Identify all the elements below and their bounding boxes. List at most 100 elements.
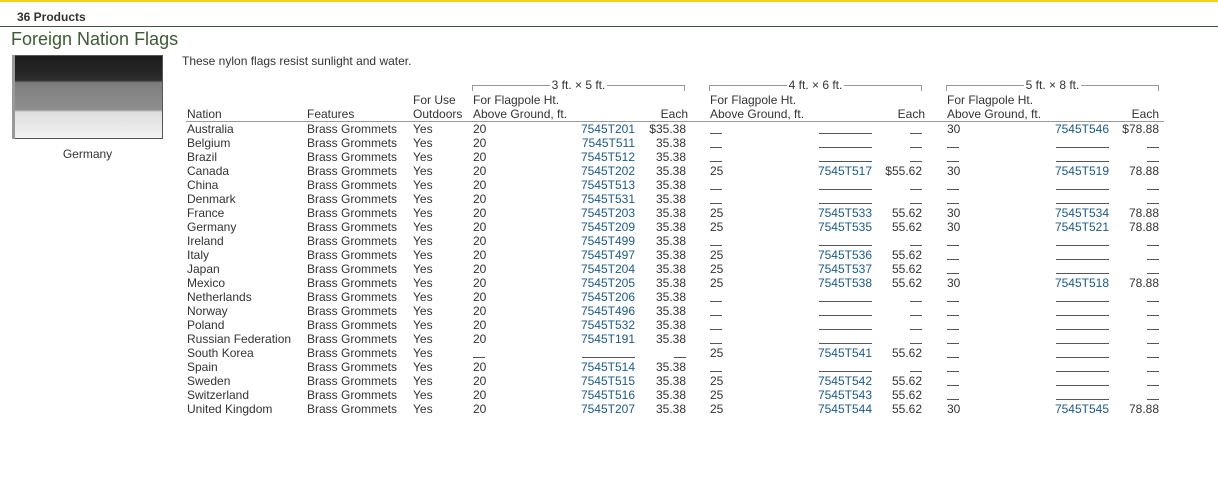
- flagpole-height-cell: 20: [473, 206, 487, 220]
- price-cell: 55.62: [891, 346, 922, 360]
- flagpole-height-cell: 30: [947, 220, 961, 234]
- empty-part-dash: [819, 189, 872, 190]
- outdoors-cell: Yes: [413, 192, 433, 206]
- empty-height-dash: [473, 357, 485, 358]
- nation-cell: Russian Federation: [187, 332, 292, 346]
- nation-cell: Norway: [187, 304, 228, 318]
- empty-part-dash: [1056, 329, 1109, 330]
- flagpole-height-cell: 20: [473, 388, 487, 402]
- flagpole-height-cell: 20: [473, 234, 487, 248]
- price-cell: 35.38: [655, 318, 686, 332]
- empty-height-dash: [710, 133, 722, 134]
- flagpole-height-cell: 20: [473, 192, 487, 206]
- empty-price-dash: [1147, 399, 1159, 400]
- empty-price-dash: [910, 301, 922, 302]
- nation-cell: Italy: [187, 248, 210, 262]
- flagpole-height-cell: 30: [947, 276, 961, 290]
- price-cell: 78.88: [1128, 220, 1159, 234]
- flagpole-height-cell: 30: [947, 206, 961, 220]
- nation-cell: Denmark: [187, 192, 236, 206]
- empty-height-dash: [947, 343, 959, 344]
- price-cell: 55.62: [891, 248, 922, 262]
- empty-price-dash: [1147, 203, 1159, 204]
- empty-part-dash: [819, 315, 872, 316]
- price-cell: 35.38: [655, 276, 686, 290]
- price-cell: 35.38: [655, 192, 686, 206]
- nation-cell: Canada: [187, 164, 230, 178]
- price-cell: 35.38: [655, 248, 686, 262]
- header-height-5x8-line1: For Flagpole Ht.: [947, 93, 1034, 107]
- empty-price-dash: [1147, 273, 1159, 274]
- flagpole-height-cell: 25: [710, 374, 724, 388]
- flagpole-height-cell: 20: [473, 276, 487, 290]
- empty-part-dash: [1056, 343, 1109, 344]
- price-cell: $55.62: [885, 164, 922, 178]
- empty-height-dash: [947, 385, 959, 386]
- flagpole-height-cell: 20: [473, 178, 487, 192]
- flagpole-height-cell: 30: [947, 122, 961, 136]
- flagpole-height-cell: 30: [947, 164, 961, 178]
- outdoors-cell: Yes: [413, 220, 433, 234]
- nation-cell: Poland: [187, 318, 225, 332]
- empty-height-dash: [710, 147, 722, 148]
- empty-part-dash: [1056, 203, 1109, 204]
- page-title: Foreign Nation Flags: [11, 29, 179, 49]
- outdoors-cell: Yes: [413, 276, 433, 290]
- features-cell: Brass Grommets: [307, 262, 398, 276]
- features-cell: Brass Grommets: [307, 122, 398, 136]
- nation-cell: United Kingdom: [187, 402, 273, 416]
- price-cell: 55.62: [891, 262, 922, 276]
- product-count-bar: 36 Products: [0, 2, 1218, 27]
- price-cell: 35.38: [655, 332, 686, 346]
- empty-part-dash: [819, 133, 872, 134]
- empty-height-dash: [947, 147, 959, 148]
- flagpole-height-cell: 25: [710, 248, 724, 262]
- features-cell: Brass Grommets: [307, 248, 398, 262]
- empty-part-dash: [1056, 371, 1109, 372]
- nation-cell: South Korea: [187, 346, 254, 360]
- nation-cell: Brazil: [187, 150, 218, 164]
- empty-price-dash: [1147, 329, 1159, 330]
- price-cell: 35.38: [655, 304, 686, 318]
- header-each-5x8: Each: [1131, 107, 1159, 121]
- price-cell: 55.62: [891, 276, 922, 290]
- outdoors-cell: Yes: [413, 262, 433, 276]
- empty-price-dash: [1147, 371, 1159, 372]
- empty-height-dash: [710, 343, 722, 344]
- header-outdoors-line2: Outdoors: [413, 107, 463, 121]
- outdoors-cell: Yes: [413, 248, 433, 262]
- empty-part-dash: [1056, 273, 1109, 274]
- empty-height-dash: [947, 245, 959, 246]
- price-cell: 35.38: [655, 402, 686, 416]
- flagpole-height-cell: 25: [710, 262, 724, 276]
- empty-price-dash: [910, 315, 922, 316]
- nation-cell: Netherlands: [187, 290, 252, 304]
- empty-height-dash: [710, 161, 722, 162]
- empty-price-dash: [910, 245, 922, 246]
- empty-price-dash: [910, 189, 922, 190]
- empty-price-dash: [910, 147, 922, 148]
- outdoors-cell: Yes: [413, 374, 433, 388]
- outdoors-cell: Yes: [413, 304, 433, 318]
- empty-price-dash: [1147, 259, 1159, 260]
- price-cell: 35.38: [655, 374, 686, 388]
- empty-price-dash: [1147, 357, 1159, 358]
- features-cell: Brass Grommets: [307, 346, 398, 360]
- empty-height-dash: [947, 399, 959, 400]
- flagpole-height-cell: 25: [710, 220, 724, 234]
- flagpole-height-cell: 20: [473, 220, 487, 234]
- price-cell: 55.62: [891, 220, 922, 234]
- features-cell: Brass Grommets: [307, 374, 398, 388]
- outdoors-cell: Yes: [413, 402, 433, 416]
- empty-height-dash: [710, 245, 722, 246]
- empty-height-dash: [947, 189, 959, 190]
- features-cell: Brass Grommets: [307, 164, 398, 178]
- features-cell: Brass Grommets: [307, 388, 398, 402]
- flag-image[interactable]: [12, 55, 163, 139]
- outdoors-cell: Yes: [413, 360, 433, 374]
- empty-part-dash: [1056, 385, 1109, 386]
- empty-height-dash: [710, 315, 722, 316]
- nation-cell: China: [187, 178, 219, 192]
- price-cell: 35.38: [655, 206, 686, 220]
- price-cell: 35.38: [655, 136, 686, 150]
